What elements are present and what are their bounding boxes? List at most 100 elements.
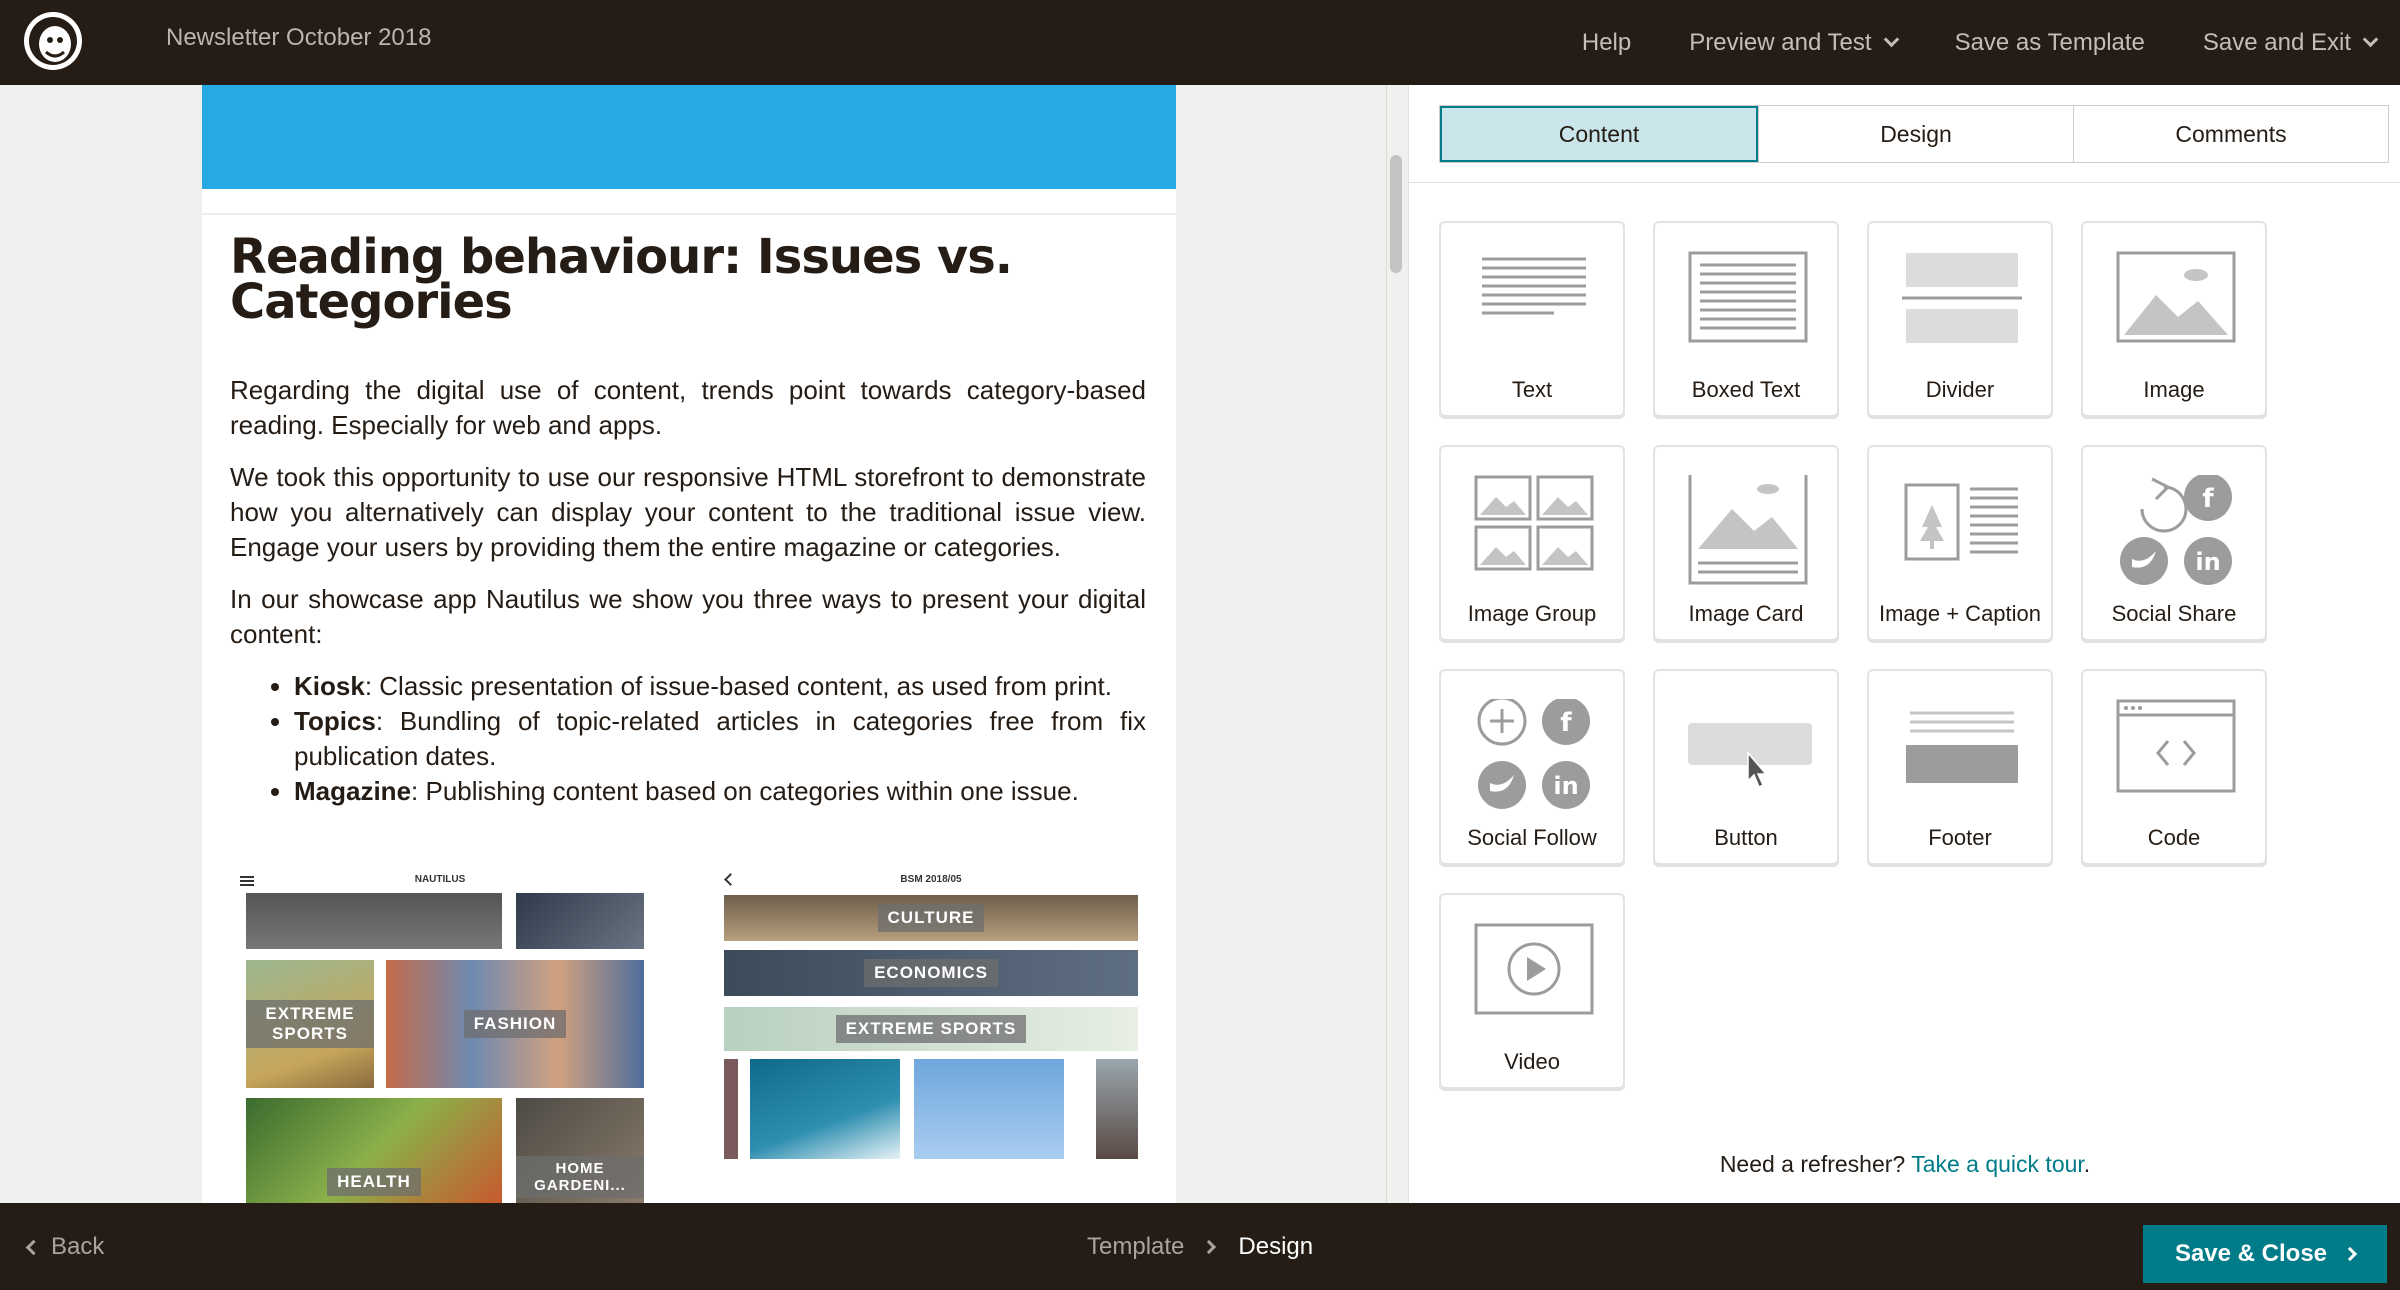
chevron-right-icon xyxy=(1202,1239,1217,1255)
back-button[interactable]: Back xyxy=(25,1233,105,1261)
category-tile: EXTREME SPORTS xyxy=(724,1007,1138,1051)
quick-tour-link[interactable]: Take a quick tour xyxy=(1911,1151,2084,1177)
preview-scrollbar[interactable] xyxy=(1390,155,1402,273)
back-label: Back xyxy=(51,1233,105,1260)
chevron-right-icon xyxy=(2342,1246,2358,1262)
boxed-text-block-icon xyxy=(1688,251,1808,343)
svg-text:in: in xyxy=(2195,548,2220,576)
image-tile xyxy=(750,1059,900,1159)
list-item: Topics: Bundling of topic-related articl… xyxy=(294,704,1146,774)
image-card-block-icon xyxy=(1688,475,1808,585)
category-tile: FASHION xyxy=(386,960,644,1088)
block-text[interactable]: Text xyxy=(1439,221,1625,417)
image-tile xyxy=(516,893,644,949)
app-screenshots[interactable]: NAUTILUS EXTREME SPORTS FASHION HEALTH H… xyxy=(230,865,1146,1203)
bsm-app-screenshot: BSM 2018/05 CULTURE ECONOMICS EXTREME SP… xyxy=(716,865,1146,1203)
phone-header: NAUTILUS xyxy=(414,874,466,885)
breadcrumb-template[interactable]: Template xyxy=(1087,1233,1184,1261)
block-label: Button xyxy=(1714,825,1778,850)
preview-test-menu[interactable]: Preview and Test xyxy=(1689,28,1899,57)
list-item: Kiosk: Classic presentation of issue-bas… xyxy=(294,669,1146,704)
editor-tabs: Content Design Comments xyxy=(1439,105,2389,163)
save-close-button[interactable]: Save & Close xyxy=(2143,1225,2387,1283)
image-tile xyxy=(246,893,502,949)
image-group-block-icon xyxy=(1474,475,1594,571)
help-link[interactable]: Help xyxy=(1582,29,1631,57)
block-label: Image Group xyxy=(1467,601,1597,626)
category-tile: HEALTH xyxy=(246,1098,502,1203)
block-footer[interactable]: Footer xyxy=(1867,669,2053,865)
block-video[interactable]: Video xyxy=(1439,893,1625,1089)
video-block-icon xyxy=(1474,923,1594,1015)
top-bar: Newsletter October 2018 Help Preview and… xyxy=(0,0,2400,85)
menu-icon xyxy=(240,876,254,878)
email-body-text[interactable]: Regarding the digital use of content, tr… xyxy=(230,373,1146,809)
footer-block-icon xyxy=(1906,711,2018,783)
paragraph: Regarding the digital use of content, tr… xyxy=(230,375,1146,440)
block-social-share[interactable]: f in Social Share xyxy=(2081,445,2267,641)
tab-content[interactable]: Content xyxy=(1440,106,1758,162)
email-heading[interactable]: Reading behaviour: Issues vs. Categories xyxy=(230,233,1130,326)
block-label: Video xyxy=(1504,1049,1560,1074)
breadcrumb: Template Design xyxy=(1087,1233,1313,1261)
bullet-list: Kiosk: Classic presentation of issue-bas… xyxy=(294,669,1146,809)
block-label: Image + Caption xyxy=(1878,601,2042,626)
email-preview-pane: Reading behaviour: Issues vs. Categories… xyxy=(0,85,1386,1203)
block-code[interactable]: Code xyxy=(2081,669,2267,865)
text-block-icon xyxy=(1482,257,1586,315)
svg-text:in: in xyxy=(1553,772,1578,800)
block-boxed-text[interactable]: Boxed Text xyxy=(1653,221,1839,417)
button-block-icon xyxy=(1688,723,1812,789)
preview-test-label: Preview and Test xyxy=(1689,28,1872,56)
mailchimp-logo-icon[interactable] xyxy=(22,10,84,72)
image-block-icon xyxy=(2116,251,2236,343)
block-label: Divider xyxy=(1925,377,1995,402)
block-label: Image xyxy=(2143,377,2205,402)
hero-banner[interactable] xyxy=(202,85,1176,189)
svg-text:f: f xyxy=(1560,708,1572,738)
block-image[interactable]: Image xyxy=(2081,221,2267,417)
block-button[interactable]: Button xyxy=(1653,669,1839,865)
code-block-icon xyxy=(2116,699,2236,793)
chevron-down-icon xyxy=(2362,31,2379,48)
editor-sidebar: Content Design Comments Text Boxed Text xyxy=(1408,85,2400,1203)
block-divider[interactable]: Divider xyxy=(1867,221,2053,417)
save-as-template-button[interactable]: Save as Template xyxy=(1955,29,2145,57)
social-follow-block-icon: f in xyxy=(1477,699,1590,809)
tab-comments[interactable]: Comments xyxy=(2073,106,2388,162)
top-nav: Help Preview and Test Save as Template S… xyxy=(1524,0,2400,85)
block-label: Social Follow xyxy=(1467,825,1597,850)
block-label: Footer xyxy=(1928,825,1992,850)
refresher-text: Need a refresher? Take a quick tour. xyxy=(1719,1151,2091,1177)
image-tile xyxy=(1096,1059,1138,1159)
block-social-follow[interactable]: f in Social Follow xyxy=(1439,669,1625,865)
email-canvas[interactable]: Reading behaviour: Issues vs. Categories… xyxy=(202,85,1176,1203)
paragraph: In our showcase app Nautilus we show you… xyxy=(230,584,1146,649)
divider xyxy=(202,213,1176,215)
category-tile: CULTURE xyxy=(724,895,1138,941)
tab-design[interactable]: Design xyxy=(1758,106,2073,162)
social-share-block-icon: f in xyxy=(2120,475,2232,585)
image-tile xyxy=(914,1059,1064,1159)
block-label: Social Share xyxy=(2111,601,2237,626)
chevron-down-icon xyxy=(1883,31,1899,48)
block-image-group[interactable]: Image Group xyxy=(1439,445,1625,641)
block-image-caption[interactable]: Image + Caption xyxy=(1867,445,2053,641)
phone-header: BSM 2018/05 xyxy=(900,874,962,885)
save-close-label: Save & Close xyxy=(2174,1240,2328,1267)
chevron-left-icon xyxy=(25,1239,42,1255)
svg-text:f: f xyxy=(2202,484,2214,514)
bottom-bar: Back Template Design Save & Close xyxy=(0,1203,2400,1290)
divider-block-icon xyxy=(1902,253,2022,343)
divider xyxy=(1409,182,2400,183)
block-image-card[interactable]: Image Card xyxy=(1653,445,1839,641)
save-exit-menu[interactable]: Save and Exit xyxy=(2203,29,2379,57)
image-tile xyxy=(724,1059,738,1159)
category-tile: ECONOMICS xyxy=(724,950,1138,996)
list-item: Magazine: Publishing content based on ca… xyxy=(294,774,1146,809)
campaign-title: Newsletter October 2018 xyxy=(166,24,432,51)
block-label: Image Card xyxy=(1688,601,1804,626)
nautilus-app-screenshot: NAUTILUS EXTREME SPORTS FASHION HEALTH H… xyxy=(230,865,650,1203)
category-tile: EXTREME SPORTS xyxy=(246,960,374,1088)
block-label: Text xyxy=(1511,377,1553,402)
